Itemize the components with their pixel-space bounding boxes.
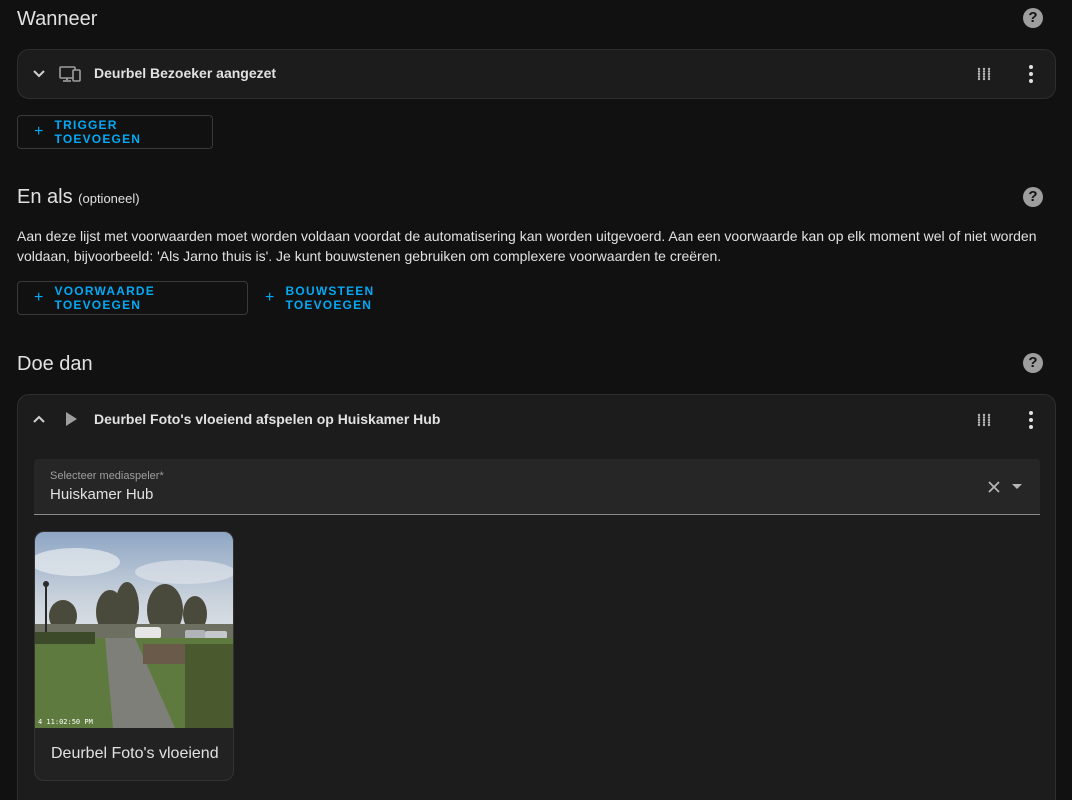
media-item-card[interactable]: 4 11:02:50 PM Deurbel Foto's vloeiend xyxy=(34,531,234,781)
plus-icon: + xyxy=(34,123,45,140)
select-value: Huiskamer Hub xyxy=(50,486,154,503)
add-condition-button[interactable]: + VOORWAARDE TOEVOEGEN xyxy=(17,281,248,315)
plus-icon: + xyxy=(34,289,45,306)
add-building-block-label: BOUWSTEEN TOEVOEGEN xyxy=(285,284,375,312)
add-building-block-button[interactable]: + BOUWSTEEN TOEVOEGEN xyxy=(249,281,465,315)
help-icon[interactable]: ? xyxy=(1023,187,1043,207)
and-if-title: En als xyxy=(17,186,73,208)
add-trigger-label: TRIGGER TOEVOEGEN xyxy=(54,118,142,146)
dots-vertical-icon[interactable] xyxy=(1027,410,1035,430)
chevron-up-icon[interactable] xyxy=(30,410,48,428)
automation-editor: Wanneer ? Deurbel Bezoeker aangezet + TR… xyxy=(0,0,1072,800)
trigger-card[interactable]: Deurbel Bezoeker aangezet xyxy=(17,49,1056,99)
action-title: Deurbel Foto's vloeiend afspelen op Huis… xyxy=(94,411,441,427)
select-label: Selecteer mediaspeler* xyxy=(50,470,164,482)
when-section-title: Wanneer xyxy=(17,8,98,30)
doorbell-photo-thumbnail: 4 11:02:50 PM xyxy=(35,532,233,728)
drag-handle-icon[interactable] xyxy=(977,413,991,427)
plus-icon: + xyxy=(265,289,276,306)
action-card: Deurbel Foto's vloeiend afspelen op Huis… xyxy=(17,394,1056,800)
help-icon[interactable]: ? xyxy=(1023,8,1043,28)
dots-vertical-icon[interactable] xyxy=(1027,64,1035,84)
close-icon[interactable] xyxy=(986,479,1002,495)
add-trigger-button[interactable]: + TRIGGER TOEVOEGEN xyxy=(17,115,213,149)
help-icon[interactable]: ? xyxy=(1023,353,1043,373)
conditions-description: Aan deze lijst met voorwaarden moet word… xyxy=(17,228,1037,264)
chevron-down-icon[interactable] xyxy=(30,65,48,83)
play-icon xyxy=(66,412,77,426)
devices-icon xyxy=(59,66,81,82)
then-do-section-title: Doe dan xyxy=(17,353,93,375)
photo-timestamp: 4 11:02:50 PM xyxy=(38,718,93,726)
media-player-select[interactable]: Selecteer mediaspeler* Huiskamer Hub xyxy=(34,459,1040,515)
menu-down-icon[interactable] xyxy=(1012,484,1022,489)
optional-label: (optioneel) xyxy=(78,191,140,206)
media-item-title: Deurbel Foto's vloeiend xyxy=(51,745,219,762)
drag-handle-icon[interactable] xyxy=(977,67,991,81)
trigger-title: Deurbel Bezoeker aangezet xyxy=(94,65,277,81)
and-if-section-title: En als (optioneel) xyxy=(17,186,140,209)
add-condition-label: VOORWAARDE TOEVOEGEN xyxy=(54,284,155,312)
